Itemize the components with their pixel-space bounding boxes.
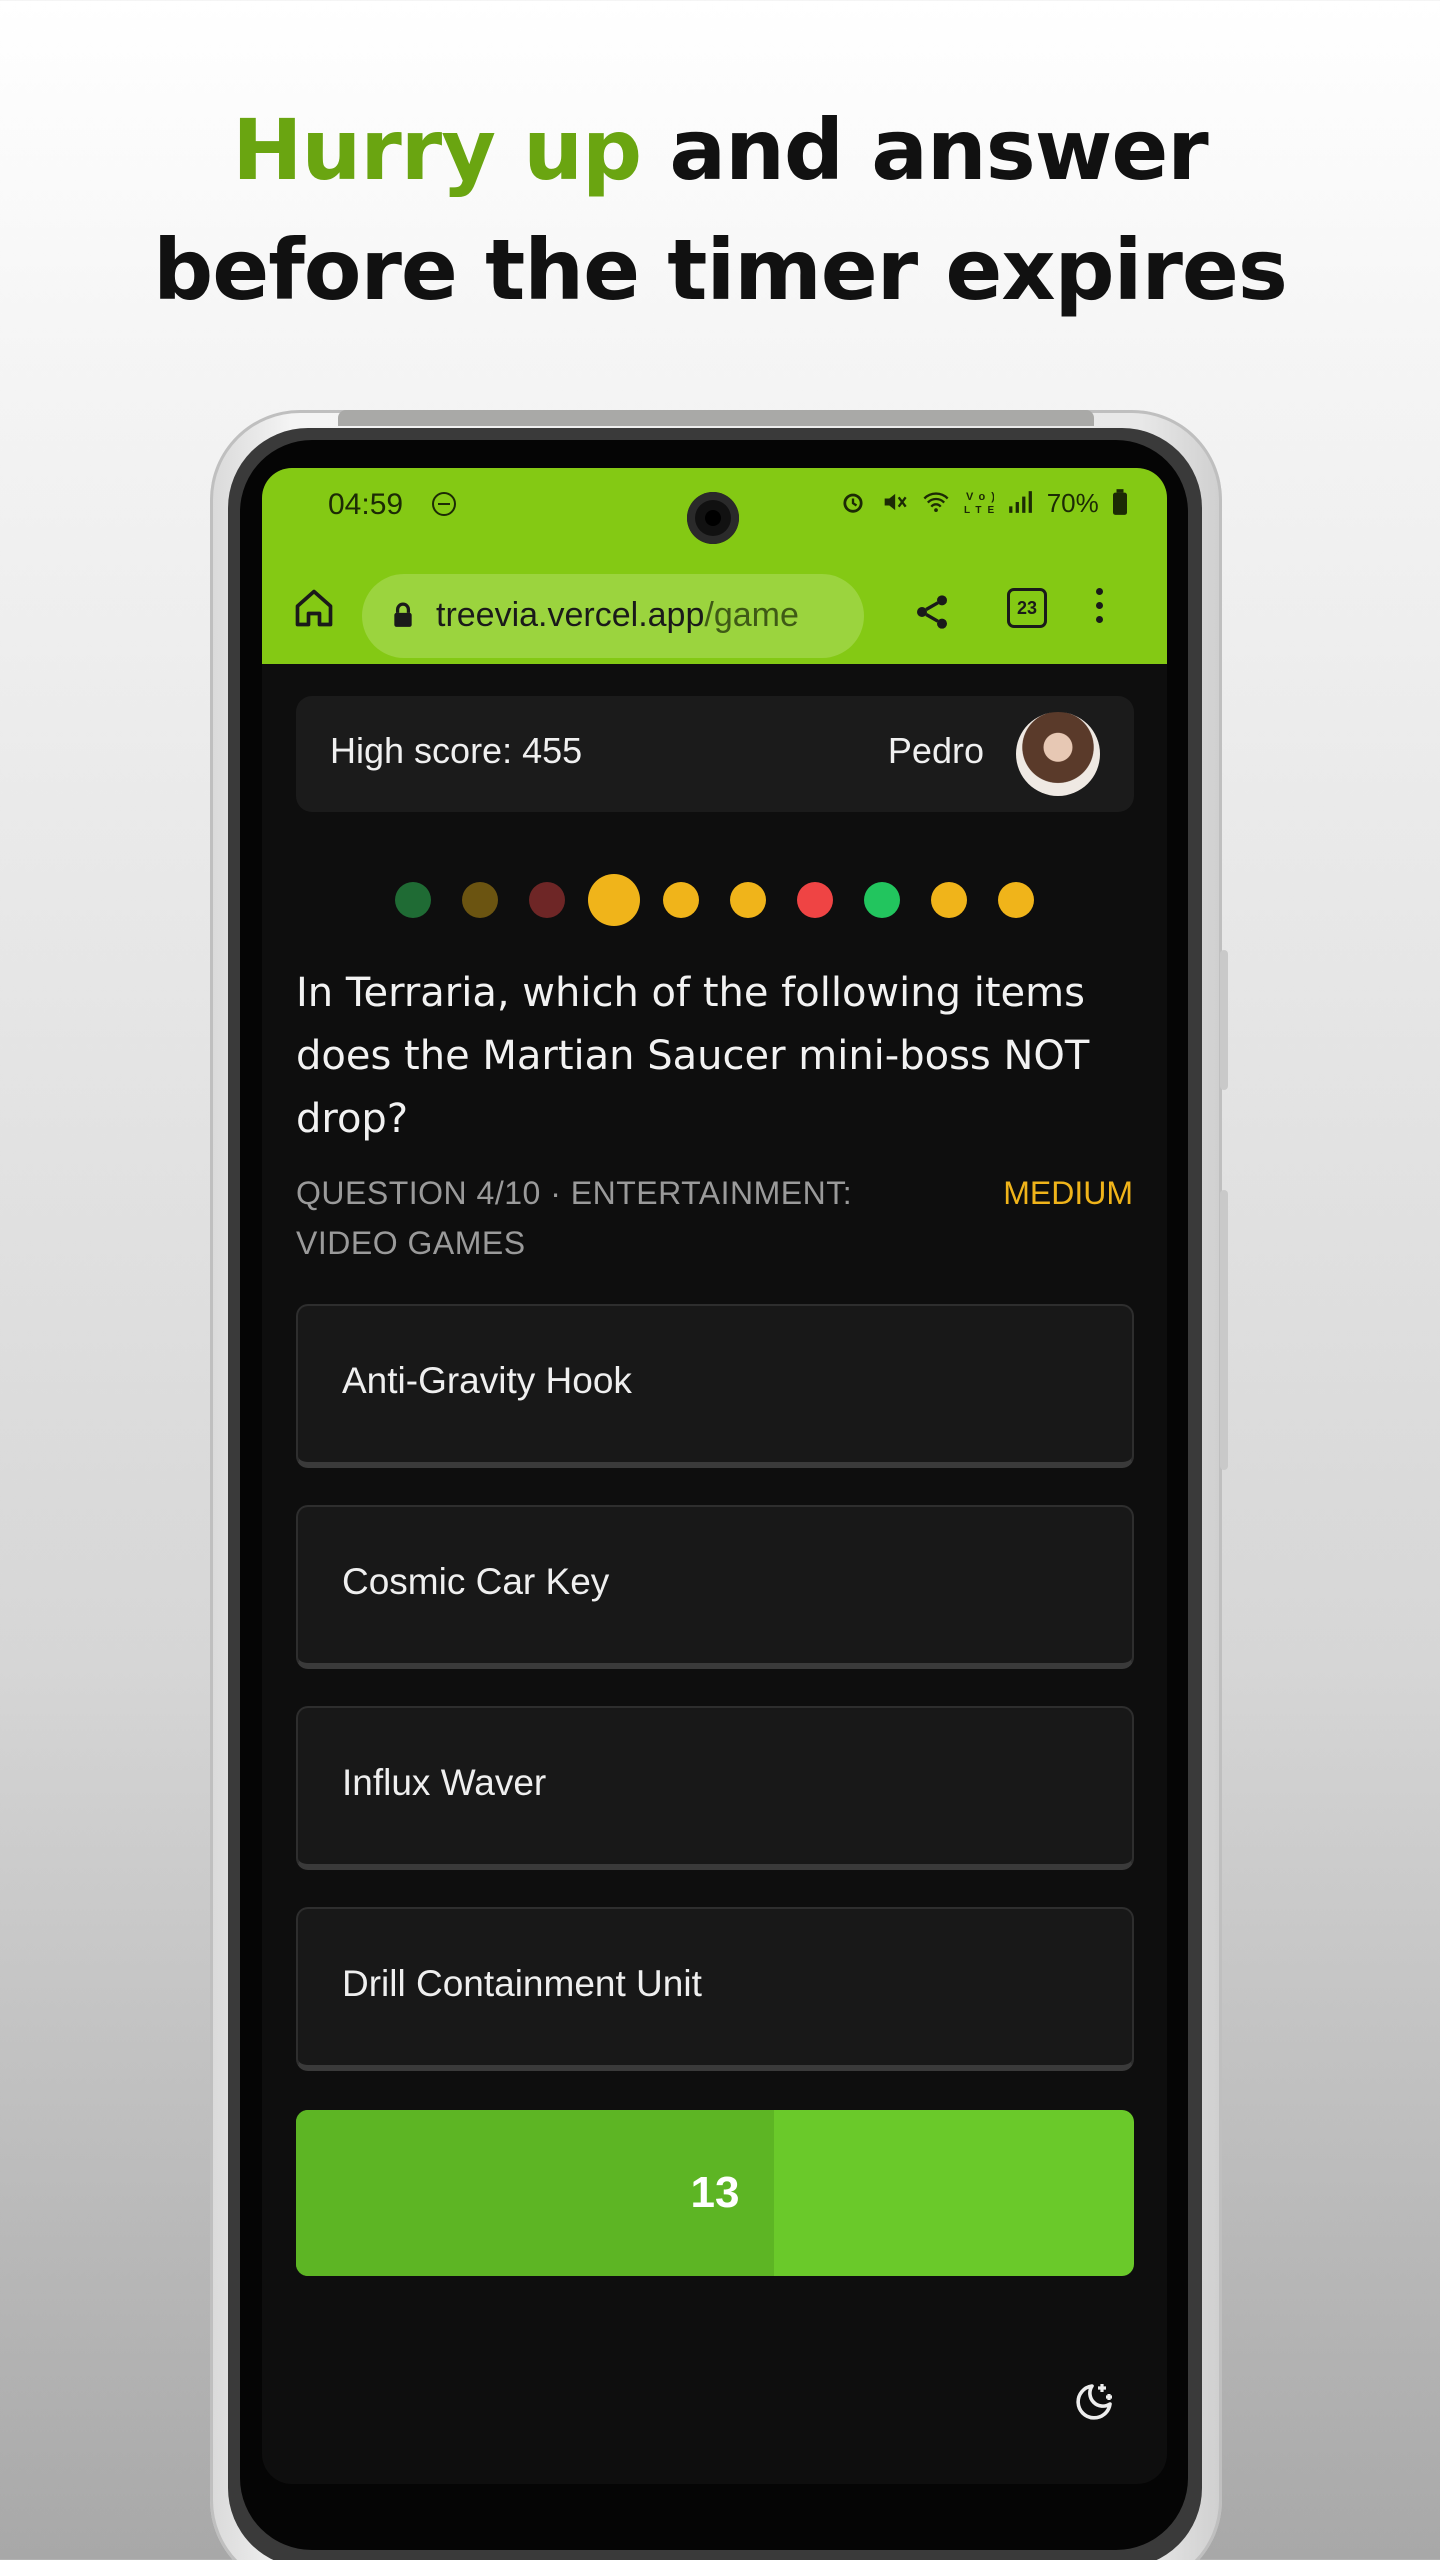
wifi-icon xyxy=(923,492,949,513)
progress-dot-4 xyxy=(588,874,640,926)
volume-button xyxy=(1220,950,1228,1090)
dark-mode-toggle-icon[interactable] xyxy=(1068,2380,1116,2428)
headline-accent: Hurry up xyxy=(232,101,642,199)
url-path: /game xyxy=(704,596,799,634)
progress-dot-6 xyxy=(730,882,766,918)
battery-icon xyxy=(1113,489,1127,515)
status-time: 04:59 xyxy=(328,488,404,521)
power-button xyxy=(1220,1190,1228,1470)
progress-dot-1 xyxy=(395,882,431,918)
answer-label: Cosmic Car Key xyxy=(342,1561,610,1602)
front-camera xyxy=(687,492,739,544)
progress-dot-3 xyxy=(529,882,565,918)
more-menu-icon[interactable] xyxy=(1094,588,1104,632)
difficulty-badge: MEDIUM xyxy=(1003,1175,1133,1211)
answer-label: Influx Waver xyxy=(342,1762,547,1803)
answer-option-4[interactable]: Drill Containment Unit xyxy=(296,1907,1134,2071)
dnd-icon xyxy=(432,492,456,516)
progress-dot-5 xyxy=(663,882,699,918)
player-name: Pedro xyxy=(887,730,984,771)
answer-label: Anti-Gravity Hook xyxy=(342,1360,632,1401)
score-header: High score: 455 Pedro xyxy=(296,696,1134,812)
headline-line-2: before the timer expires xyxy=(153,221,1288,319)
progress-dot-8 xyxy=(864,882,900,918)
progress-dot-7 xyxy=(797,882,833,918)
url-host: treevia.vercel.app xyxy=(436,596,705,634)
alarm-icon xyxy=(842,493,863,513)
progress-dot-2 xyxy=(462,882,498,918)
share-icon[interactable] xyxy=(912,590,952,634)
status-icons: Vo) LTE1 70% xyxy=(839,488,1128,519)
progress-dot-10 xyxy=(998,882,1034,918)
battery-percent: 70% xyxy=(1046,488,1099,518)
svg-text:LTE1: LTE1 xyxy=(964,505,994,516)
phone-top-edge xyxy=(338,410,1094,426)
high-score: High score: 455 xyxy=(330,730,583,771)
url-text: treevia.vercel.app/game xyxy=(436,596,799,635)
phone-screen: 04:59 Vo) LTE1 70% treevia.vercel.app/gam… xyxy=(262,468,1167,2484)
progress-dot-9 xyxy=(931,882,967,918)
headline-line-1: Hurry up and answer xyxy=(0,90,1440,210)
avatar[interactable] xyxy=(1016,712,1100,796)
headline: Hurry up and answer before the timer exp… xyxy=(0,90,1440,330)
question-meta: QUESTION 4/10 · ENTERTAINMENT: VIDEO GAM… xyxy=(296,1175,853,1261)
tab-switcher-button[interactable]: 23 xyxy=(1007,588,1047,628)
signal-icon xyxy=(1009,491,1033,513)
home-icon[interactable] xyxy=(292,586,336,630)
timer-bar: 13 xyxy=(296,2110,1134,2276)
answer-option-1[interactable]: Anti-Gravity Hook xyxy=(296,1304,1134,1468)
mute-icon xyxy=(884,493,907,511)
address-bar[interactable]: treevia.vercel.app/game xyxy=(362,574,864,658)
answer-option-2[interactable]: Cosmic Car Key xyxy=(296,1505,1134,1669)
volte-icon: Vo) LTE1 xyxy=(964,491,1006,516)
answer-label: Drill Containment Unit xyxy=(342,1963,702,2004)
question-text: In Terraria, which of the following item… xyxy=(296,970,1090,1142)
answer-option-3[interactable]: Influx Waver xyxy=(296,1706,1134,1870)
browser-toolbar: treevia.vercel.app/game 23 xyxy=(262,564,1167,664)
svg-text:Vo): Vo) xyxy=(966,491,994,503)
question-progress xyxy=(262,870,1167,930)
headline-rest: and answer xyxy=(641,101,1208,199)
timer-seconds: 13 xyxy=(690,2168,740,2217)
lock-icon xyxy=(394,602,412,627)
